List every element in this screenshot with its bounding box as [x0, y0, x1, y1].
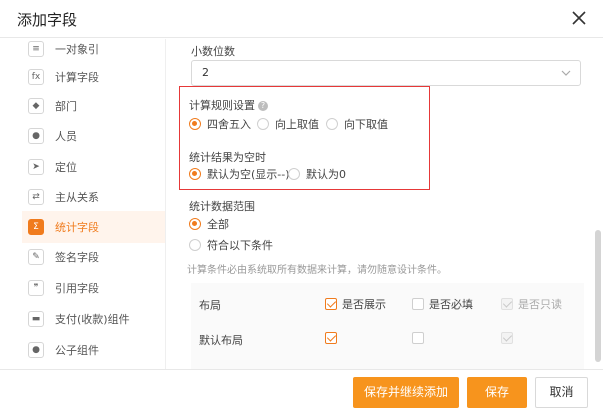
sidebar-item-signature[interactable]: ✎ 签名字段 — [22, 241, 165, 273]
radio-dot — [189, 168, 201, 180]
sidebar-item-label: 主从关系 — [55, 191, 99, 204]
sidebar-item-label: 一对象引 — [55, 43, 99, 56]
sidebar-item-quote[interactable]: ❞ 引用字段 — [22, 272, 165, 304]
radio-label: 符合以下条件 — [207, 239, 273, 252]
add-field-dialog: 添加字段 ≡ 一对象引 fx 计算字段 ◆ 部门 ● 人员 ➤ 定位 ⇄ 主从关… — [0, 0, 603, 414]
org-icon: ◆ — [28, 98, 44, 114]
rounding-option-down[interactable]: 向下取值 — [326, 116, 388, 132]
scope-label: 统计数据范围 — [189, 200, 255, 213]
radio-label: 默认为0 — [306, 168, 346, 181]
radio-dot — [288, 168, 300, 180]
scrollbar[interactable] — [595, 230, 601, 362]
empty-option-blank[interactable]: 默认为空(显示--) — [189, 166, 290, 182]
formula-icon: fx — [28, 69, 44, 85]
quote-icon: ❞ — [28, 280, 44, 296]
dialog-footer: 保存并继续添加 保存 取消 — [0, 369, 603, 414]
relation-icon: ⇄ — [28, 189, 44, 205]
sidebar-item-statistics[interactable]: Σ 统计字段 — [22, 211, 165, 243]
sidebar-item-label: 部门 — [55, 100, 77, 113]
sidebar-item-label: 定位 — [55, 161, 77, 174]
sidebar-item-label: 签名字段 — [55, 251, 99, 264]
sidebar-item-label: 计算字段 — [55, 71, 99, 84]
radio-dot — [189, 239, 201, 251]
radio-label: 默认为空(显示--) — [207, 168, 290, 181]
field-settings-panel: 小数位数 2 计算规则设置? 四舍五入 向上取值 向下取值 统计结果为空时 默认… — [175, 39, 603, 369]
sidebar-item-person[interactable]: ● 人员 — [22, 120, 165, 152]
sidebar-item-label: 统计字段 — [55, 221, 99, 234]
component-icon: ● — [28, 342, 44, 358]
sidebar-item-formula[interactable]: fx 计算字段 — [22, 61, 165, 93]
checkbox-box — [501, 332, 513, 344]
empty-option-zero[interactable]: 默认为0 — [288, 166, 346, 182]
readonly-checkbox[interactable]: 是否只读 — [501, 296, 562, 312]
checkbox-box — [412, 298, 424, 310]
signature-icon: ✎ — [28, 249, 44, 265]
checkbox-box — [325, 332, 337, 344]
default-readonly-checkbox[interactable] — [501, 332, 513, 344]
checkbox-label: 是否必填 — [429, 298, 473, 311]
sidebar-item-payment[interactable]: ▬ 支付(收款)组件 — [22, 303, 165, 335]
rounding-option-up[interactable]: 向上取值 — [257, 116, 319, 132]
radio-label: 全部 — [207, 218, 229, 231]
checkbox-box — [501, 298, 513, 310]
field-type-list: ≡ 一对象引 fx 计算字段 ◆ 部门 ● 人员 ➤ 定位 ⇄ 主从关系 Σ 统… — [0, 39, 166, 369]
stat-icon: Σ — [28, 219, 44, 235]
scope-option-conditional[interactable]: 符合以下条件 — [189, 237, 273, 253]
link-icon: ≡ — [28, 41, 44, 57]
sidebar-item-label: 引用字段 — [55, 282, 99, 295]
save-button[interactable]: 保存 — [467, 377, 527, 408]
help-icon[interactable]: ? — [258, 101, 268, 111]
sidebar-item-label: 支付(收款)组件 — [55, 313, 130, 326]
person-icon: ● — [28, 128, 44, 144]
radio-dot — [326, 118, 338, 130]
empty-result-label: 统计结果为空时 — [189, 151, 266, 164]
sidebar-item-component[interactable]: ● 公子组件 — [22, 334, 165, 366]
radio-label: 向下取值 — [344, 118, 388, 131]
sidebar-item-master-detail[interactable]: ⇄ 主从关系 — [22, 181, 165, 213]
radio-dot — [257, 118, 269, 130]
scope-option-all[interactable]: 全部 — [189, 216, 229, 232]
show-checkbox[interactable]: 是否展示 — [325, 296, 386, 312]
rounding-label-text: 计算规则设置 — [189, 99, 255, 112]
payment-icon: ▬ — [28, 311, 44, 327]
location-icon: ➤ — [28, 159, 44, 175]
chevron-down-icon — [561, 70, 571, 76]
default-show-checkbox[interactable] — [325, 332, 337, 344]
checkbox-label: 是否展示 — [342, 298, 386, 311]
scope-hint: 计算条件必由系统取所有数据来计算，请勿随意设计条件。 — [187, 265, 447, 276]
checkbox-box — [325, 298, 337, 310]
radio-label: 向上取值 — [275, 118, 319, 131]
sidebar-item-label: 人员 — [55, 130, 77, 143]
dialog-header: 添加字段 — [0, 0, 603, 38]
checkbox-box — [412, 332, 424, 344]
cancel-button[interactable]: 取消 — [535, 377, 588, 408]
layout-label: 布局 — [199, 299, 221, 312]
decimal-value: 2 — [202, 66, 209, 79]
default-required-checkbox[interactable] — [412, 332, 424, 344]
rounding-option-round[interactable]: 四舍五入 — [189, 116, 251, 132]
sidebar-item-label: 公子组件 — [55, 344, 99, 357]
decimal-label: 小数位数 — [191, 45, 235, 58]
decimal-select[interactable]: 2 — [191, 60, 581, 86]
radio-dot — [189, 118, 201, 130]
save-and-continue-button[interactable]: 保存并继续添加 — [353, 377, 459, 408]
rounding-label: 计算规则设置? — [189, 97, 268, 113]
sidebar-item-location[interactable]: ➤ 定位 — [22, 151, 165, 183]
radio-dot — [189, 218, 201, 230]
default-layout-label: 默认布局 — [199, 334, 243, 347]
checkbox-label: 是否只读 — [518, 298, 562, 311]
radio-label: 四舍五入 — [207, 118, 251, 131]
sidebar-item-department[interactable]: ◆ 部门 — [22, 90, 165, 122]
required-checkbox[interactable]: 是否必填 — [412, 296, 473, 312]
close-icon[interactable] — [569, 8, 589, 28]
dialog-title: 添加字段 — [17, 11, 78, 29]
